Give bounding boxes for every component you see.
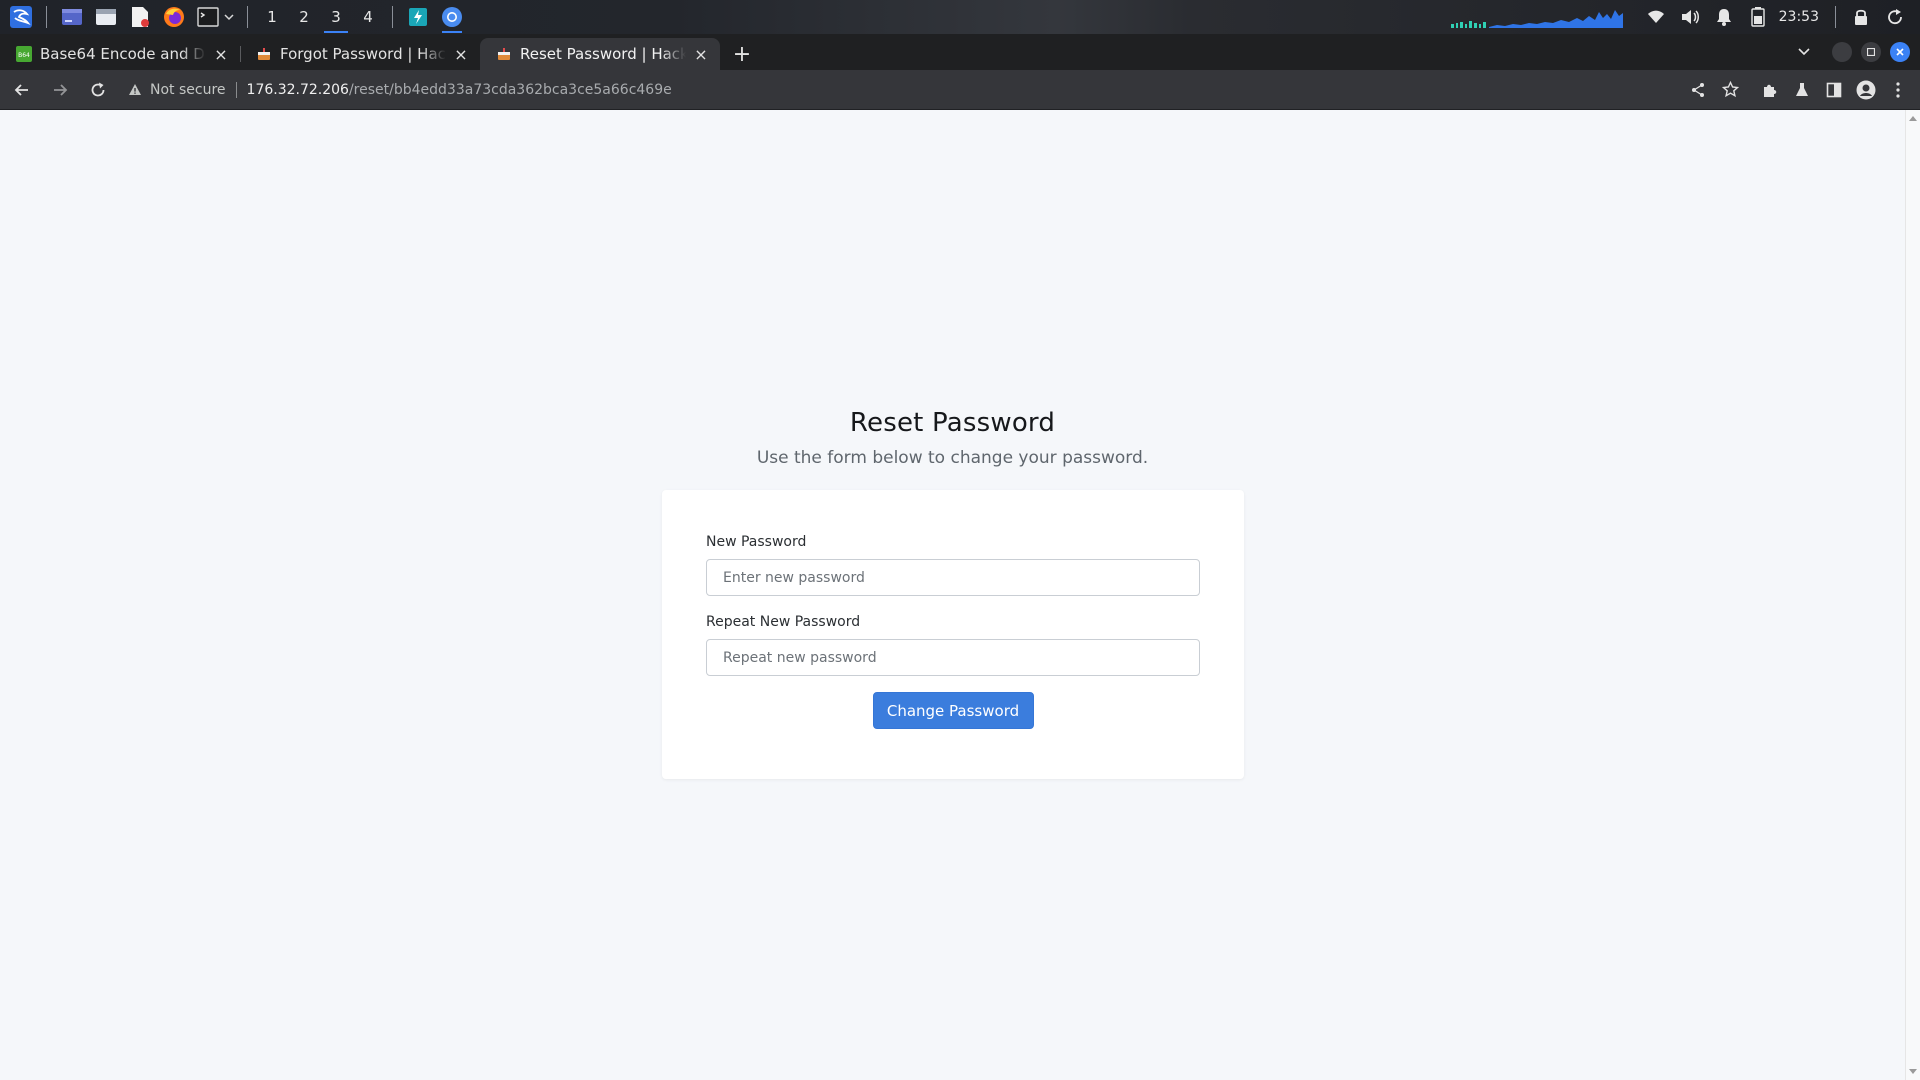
tab-search-chevron-icon[interactable] [1796, 44, 1812, 60]
taskbar-separator [46, 6, 47, 28]
window-close-icon[interactable] [1890, 42, 1910, 62]
security-indicator[interactable]: Not secure [128, 82, 226, 98]
repeat-password-label: Repeat New Password [706, 614, 861, 630]
forward-button[interactable] [44, 74, 76, 106]
network-graph [1449, 6, 1625, 28]
profile-avatar-icon[interactable] [1850, 74, 1882, 106]
kali-dragon-icon[interactable] [8, 4, 34, 30]
tab-title: Forgot Password | Hackthebox [280, 45, 446, 63]
scroll-down-icon[interactable] [1909, 1069, 1917, 1074]
reload-button[interactable] [82, 74, 114, 106]
terminal-window-icon[interactable] [59, 4, 85, 30]
wifi-icon[interactable] [1644, 5, 1668, 29]
chevron-down-icon[interactable] [223, 4, 235, 30]
close-icon[interactable]: × [452, 45, 470, 64]
volume-icon[interactable] [1678, 5, 1702, 29]
reload-icon [91, 82, 105, 96]
scroll-up-icon[interactable] [1909, 116, 1917, 121]
kebab-menu-icon[interactable] [1882, 74, 1914, 106]
browser-toolbar: Not secure 176.32.72.206/reset/bb4edd33a… [0, 70, 1920, 110]
page-subtitle: Use the form below to change your passwo… [756, 448, 1149, 468]
taskbar-separator [1835, 6, 1836, 28]
bookmark-star-icon[interactable] [1714, 74, 1746, 106]
cake-favicon [496, 46, 512, 62]
battery-icon[interactable] [1746, 5, 1770, 29]
url-host: 176.32.72.206 [246, 81, 349, 98]
share-icon[interactable] [1682, 74, 1714, 106]
minimize-icon[interactable] [1832, 42, 1852, 62]
arrow-left-icon [14, 83, 28, 96]
repeat-password-group: Repeat New Password [706, 614, 1200, 676]
page-heading: Reset Password Use the form below to cha… [0, 408, 1905, 468]
tab-title: Reset Password | Hackthebox [520, 45, 686, 63]
change-password-button[interactable]: Change Password [872, 692, 1034, 729]
taskbar-separator [392, 6, 393, 28]
b64-favicon: B64 [16, 46, 32, 62]
address-bar[interactable]: Not secure 176.32.72.206/reset/bb4edd33a… [128, 74, 1682, 106]
new-password-input[interactable] [706, 559, 1200, 596]
cake-favicon [256, 46, 272, 62]
page-title: Reset Password [849, 408, 1056, 438]
workspace-4[interactable]: 4 [352, 0, 384, 34]
svg-text:B64: B64 [18, 52, 30, 59]
terminal-icon[interactable] [195, 4, 221, 30]
tab-reset-password[interactable]: Reset Password | Hackthebox × [480, 38, 720, 70]
taskbar-separator [247, 6, 248, 28]
warning-triangle-icon [129, 84, 141, 95]
text-editor-icon[interactable] [127, 4, 153, 30]
url-path: /reset/bb4edd33a73cda362bca3ce5a66c469e [348, 81, 672, 98]
workspace-3[interactable]: 3 [320, 0, 352, 34]
tab-forgot-password[interactable]: Forgot Password | Hackthebox × [240, 38, 480, 70]
close-icon[interactable]: × [212, 45, 230, 64]
repeat-password-input[interactable] [706, 639, 1200, 676]
tab-base64[interactable]: B64 Base64 Encode and Decode - Online × [0, 38, 240, 70]
lock-icon[interactable] [1849, 5, 1873, 29]
arrow-right-icon [54, 83, 68, 96]
submit-row: Change Password [706, 692, 1200, 729]
extensions-puzzle-icon[interactable] [1754, 74, 1786, 106]
tab-title: Base64 Encode and Decode - Online [40, 45, 206, 63]
workspace-1[interactable]: 1 [256, 0, 288, 34]
browser-tab-strip: B64 Base64 Encode and Decode - Online × … [0, 34, 1920, 70]
workspace-2[interactable]: 2 [288, 0, 320, 34]
new-tab-button[interactable]: + [726, 38, 758, 70]
file-manager-icon[interactable] [93, 4, 119, 30]
omnibox-separator [235, 81, 237, 98]
chromium-icon[interactable] [439, 4, 465, 33]
close-icon[interactable]: × [692, 45, 710, 64]
refresh-icon[interactable] [1883, 5, 1907, 29]
lab-flask-icon[interactable] [1786, 74, 1818, 106]
new-password-group: New Password [706, 534, 1200, 596]
side-panel-icon[interactable] [1818, 74, 1850, 106]
page-scrollbar[interactable] [1905, 110, 1920, 1080]
not-secure-label: Not secure [150, 81, 226, 98]
bell-icon[interactable] [1712, 5, 1736, 29]
back-button[interactable] [6, 74, 38, 106]
firefox-icon[interactable] [161, 4, 187, 30]
page-viewport: Reset Password Use the form below to cha… [0, 110, 1905, 1080]
clock: 23:53 [1778, 9, 1819, 25]
new-password-label: New Password [706, 534, 807, 550]
burp-icon[interactable] [405, 4, 431, 30]
system-taskbar: 1 2 3 4 23:53 [0, 0, 1920, 34]
reset-password-card: New Password Repeat New Password Change … [662, 490, 1244, 779]
maximize-icon[interactable] [1861, 42, 1881, 62]
